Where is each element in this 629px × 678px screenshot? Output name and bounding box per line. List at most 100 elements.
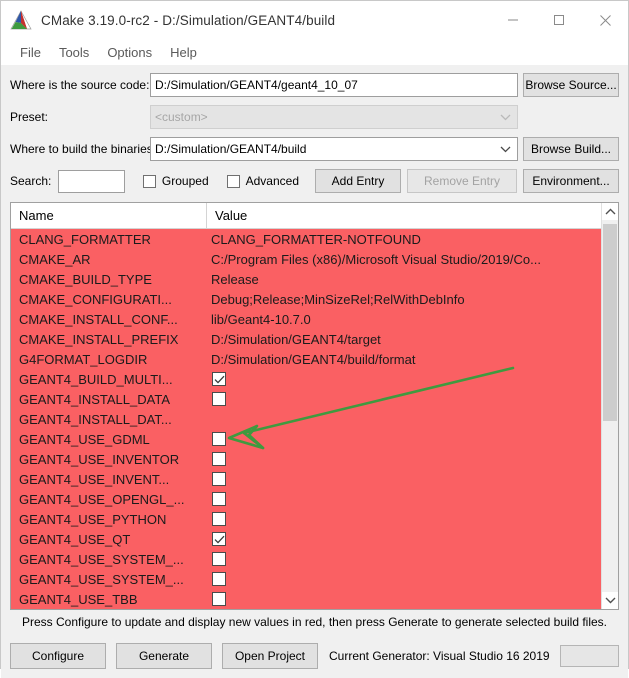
table-vertical-scrollbar[interactable]	[601, 203, 618, 609]
checkbox-unchecked-icon[interactable]	[212, 592, 226, 606]
table-row[interactable]: CMAKE_CONFIGURATI... Debug;Release;MinSiz…	[11, 289, 601, 309]
checkbox-unchecked-icon[interactable]	[212, 572, 226, 586]
cell-value-checkbox[interactable]	[207, 512, 601, 526]
remove-entry-button: Remove Entry	[407, 169, 517, 193]
cell-variable-name: CMAKE_BUILD_TYPE	[19, 271, 152, 287]
environment-button[interactable]: Environment...	[523, 169, 619, 193]
cell-variable-name: CMAKE_AR	[19, 251, 91, 267]
checkbox-unchecked-icon[interactable]	[212, 392, 226, 406]
chevron-down-icon	[500, 106, 511, 128]
cell-variable-name: GEANT4_USE_SYSTEM_...	[19, 551, 184, 567]
open-project-button[interactable]: Open Project	[222, 643, 318, 669]
checkbox-checked-icon[interactable]	[212, 532, 226, 546]
checkbox-unchecked-icon[interactable]	[212, 492, 226, 506]
cell-value-checkbox[interactable]	[207, 452, 601, 466]
cell-value-text[interactable]: Release	[207, 272, 601, 287]
title-bar: CMake 3.19.0-rc2 - D:/Simulation/GEANT4/…	[1, 1, 628, 39]
checkbox-unchecked-icon[interactable]	[212, 512, 226, 526]
cmake-gui-window: CMake 3.19.0-rc2 - D:/Simulation/GEANT4/…	[0, 0, 629, 678]
cell-value-checkbox[interactable]	[207, 432, 601, 446]
cell-value-checkbox[interactable]	[207, 532, 601, 546]
source-code-row: Where is the source code: D:/Simulation/…	[10, 73, 619, 97]
progress-bar	[559, 645, 619, 667]
advanced-checkbox-box[interactable]	[226, 174, 240, 188]
preset-combobox[interactable]: <custom>	[150, 105, 518, 129]
cell-value-text[interactable]: CLANG_FORMATTER-NOTFOUND	[207, 232, 601, 247]
menu-item-file[interactable]: File	[11, 43, 50, 62]
cell-value-text[interactable]: C:/Program Files (x86)/Microsoft Visual …	[207, 252, 601, 267]
menu-item-help[interactable]: Help	[161, 43, 206, 62]
generate-button[interactable]: Generate	[116, 643, 212, 669]
table-row[interactable]: G4FORMAT_LOGDIR D:/Simulation/GEANT4/buil…	[11, 349, 601, 369]
table-row[interactable]: GEANT4_USE_GDML	[11, 429, 601, 449]
cell-value-text[interactable]: Debug;Release;MinSizeRel;RelWithDebInfo	[207, 292, 601, 307]
grouped-checkbox-label: Grouped	[161, 174, 209, 188]
maximize-icon[interactable]	[536, 1, 582, 39]
cell-variable-name: CMAKE_INSTALL_PREFIX	[19, 331, 179, 347]
table-row[interactable]: GEANT4_USE_SYSTEM_...	[11, 549, 601, 569]
browse-source-button[interactable]: Browse Source...	[523, 73, 619, 97]
table-row[interactable]: CLANG_FORMATTER CLANG_FORMATTER-NOTFOUND	[11, 229, 601, 249]
table-row[interactable]: GEANT4_BUILD_MULTI...	[11, 369, 601, 389]
hint-text: Press Configure to update and display ne…	[10, 610, 619, 634]
cell-value-text[interactable]: lib/Geant4-10.7.0	[207, 312, 601, 327]
table-row[interactable]: GEANT4_USE_PYTHON	[11, 509, 601, 529]
table-main: Name Value CLANG_FORMATTER CLANG_FORMATTE…	[11, 203, 601, 609]
build-binaries-row: Where to build the binaries: D:/Simulati…	[10, 137, 619, 161]
scrollbar-track[interactable]	[602, 220, 618, 592]
table-row[interactable]: CMAKE_INSTALL_CONF... lib/Geant4-10.7.0	[11, 309, 601, 329]
cell-value-checkbox[interactable]	[207, 552, 601, 566]
checkbox-unchecked-icon[interactable]	[212, 552, 226, 566]
checkbox-unchecked-icon[interactable]	[212, 472, 226, 486]
cell-variable-name: GEANT4_USE_OPENGL_...	[19, 491, 185, 507]
checkbox-unchecked-icon[interactable]	[212, 452, 226, 466]
table-row[interactable]: GEANT4_USE_INVENTOR	[11, 449, 601, 469]
table-row[interactable]: GEANT4_INSTALL_DAT...	[11, 409, 601, 429]
search-input[interactable]	[58, 169, 125, 193]
cell-variable-name: GEANT4_USE_QT	[19, 531, 131, 547]
close-icon[interactable]	[582, 1, 628, 39]
browse-build-button[interactable]: Browse Build...	[523, 137, 619, 161]
build-binaries-label: Where to build the binaries:	[10, 142, 157, 156]
main-body: Where is the source code: D:/Simulation/…	[1, 65, 628, 634]
menu-item-options[interactable]: Options	[98, 43, 161, 62]
table-row[interactable]: GEANT4_USE_QT	[11, 529, 601, 549]
preset-value: <custom>	[155, 110, 208, 124]
column-header-value[interactable]: Value	[207, 203, 601, 228]
cell-value-checkbox[interactable]	[207, 592, 601, 606]
cell-value-checkbox[interactable]	[207, 472, 601, 486]
add-entry-button[interactable]: Add Entry	[315, 169, 401, 193]
cell-variable-name: GEANT4_USE_SYSTEM_...	[19, 571, 184, 587]
checkbox-unchecked-icon[interactable]	[212, 432, 226, 446]
chevron-down-icon[interactable]	[500, 138, 511, 160]
table-row[interactable]: GEANT4_USE_INVENT...	[11, 469, 601, 489]
configure-button[interactable]: Configure	[10, 643, 106, 669]
cell-value-checkbox[interactable]	[207, 572, 601, 586]
table-row[interactable]: GEANT4_INSTALL_DATA	[11, 389, 601, 409]
cell-value-text[interactable]: D:/Simulation/GEANT4/target	[207, 332, 601, 347]
table-row[interactable]: GEANT4_USE_SYSTEM_...	[11, 569, 601, 589]
table-header: Name Value	[11, 203, 601, 229]
advanced-checkbox[interactable]: Advanced	[226, 174, 299, 188]
preset-label: Preset:	[10, 110, 49, 124]
scrollbar-thumb[interactable]	[603, 224, 617, 421]
build-binaries-combobox[interactable]: D:/Simulation/GEANT4/build	[150, 137, 518, 161]
minimize-icon[interactable]	[490, 1, 536, 39]
chevron-down-icon[interactable]	[602, 592, 618, 609]
table-row[interactable]: CMAKE_BUILD_TYPE Release	[11, 269, 601, 289]
grouped-checkbox-box[interactable]	[142, 174, 156, 188]
column-header-name[interactable]: Name	[11, 203, 207, 228]
checkbox-checked-icon[interactable]	[212, 372, 226, 386]
cell-value-checkbox[interactable]	[207, 392, 601, 406]
cell-value-text[interactable]: D:/Simulation/GEANT4/build/format	[207, 352, 601, 367]
source-code-input[interactable]: D:/Simulation/GEANT4/geant4_10_07	[150, 73, 518, 97]
grouped-checkbox[interactable]: Grouped	[142, 174, 209, 188]
table-row[interactable]: CMAKE_AR C:/Program Files (x86)/Microsoft…	[11, 249, 601, 269]
chevron-up-icon[interactable]	[602, 203, 618, 220]
menu-item-tools[interactable]: Tools	[50, 43, 98, 62]
cell-value-checkbox[interactable]	[207, 492, 601, 506]
table-row[interactable]: GEANT4_USE_OPENGL_...	[11, 489, 601, 509]
table-row[interactable]: GEANT4_USE_TBB	[11, 589, 601, 609]
table-row[interactable]: CMAKE_INSTALL_PREFIX D:/Simulation/GEANT4…	[11, 329, 601, 349]
cell-value-checkbox[interactable]	[207, 372, 601, 386]
